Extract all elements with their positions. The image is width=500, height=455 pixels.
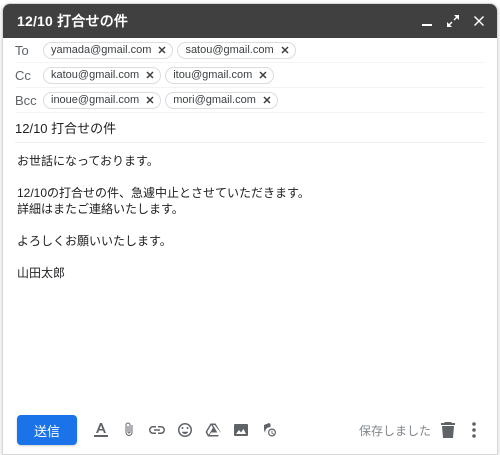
insert-photo-icon[interactable] <box>231 420 251 440</box>
formatting-tools <box>91 420 279 440</box>
window-title: 12/10 打合せの件 <box>17 13 129 29</box>
minimize-icon[interactable] <box>419 13 435 29</box>
recipient-email: yamada@gmail.com <box>51 44 152 56</box>
text-format-icon[interactable] <box>91 420 111 440</box>
trash-icon[interactable] <box>439 421 457 439</box>
send-button[interactable]: 送信 <box>17 415 77 445</box>
remove-recipient-icon[interactable] <box>144 69 156 81</box>
remove-recipient-icon[interactable] <box>257 69 269 81</box>
remove-recipient-icon[interactable] <box>279 44 291 56</box>
recipient-email: inoue@gmail.com <box>51 94 140 106</box>
window-controls <box>419 13 487 29</box>
recipient-chip[interactable]: yamada@gmail.com <box>43 41 174 59</box>
body-line: 詳細はまたご連絡いたします。 <box>17 202 184 216</box>
expand-icon[interactable] <box>445 13 461 29</box>
recipient-email: mori@gmail.com <box>173 94 256 106</box>
body-line: お世話になっております。 <box>17 154 159 168</box>
compose-window: 12/10 打合せの件 To yamada@gmail.com satou@gm… <box>2 3 498 455</box>
bcc-row[interactable]: Bcc inoue@gmail.com mori@gmail.com <box>15 88 485 113</box>
confidential-mode-icon[interactable] <box>259 420 279 440</box>
emoji-icon[interactable] <box>175 420 195 440</box>
recipient-chip[interactable]: satou@gmail.com <box>177 41 296 59</box>
body-line: 山田太郎 <box>17 266 66 280</box>
recipient-chip[interactable]: inoue@gmail.com <box>43 91 162 109</box>
compose-header: 12/10 打合せの件 <box>3 4 497 38</box>
close-icon[interactable] <box>471 13 487 29</box>
body-line: 12/10の打合せの件、急遽中止とさせていただきます。 <box>17 186 310 200</box>
attach-icon[interactable] <box>119 420 139 440</box>
recipient-email: katou@gmail.com <box>51 69 140 81</box>
to-label: To <box>15 42 29 58</box>
recipient-chip[interactable]: itou@gmail.com <box>165 66 275 84</box>
drive-icon[interactable] <box>203 420 223 440</box>
remove-recipient-icon[interactable] <box>261 94 273 106</box>
to-row[interactable]: To yamada@gmail.com satou@gmail.com <box>15 38 485 63</box>
cc-row[interactable]: Cc katou@gmail.com itou@gmail.com <box>15 63 485 88</box>
subject-field[interactable]: 12/10 打合せの件 <box>15 113 485 143</box>
recipient-chip[interactable]: katou@gmail.com <box>43 66 162 84</box>
message-body[interactable]: お世話になっております。 12/10の打合せの件、急遽中止とさせていただきます。… <box>17 143 483 281</box>
more-options-icon[interactable] <box>465 421 483 439</box>
remove-recipient-icon[interactable] <box>144 94 156 106</box>
link-icon[interactable] <box>147 420 167 440</box>
toolbar-right: 保存しました <box>359 421 483 439</box>
saved-status: 保存しました <box>358 423 431 438</box>
bcc-label: Bcc <box>15 92 37 108</box>
recipient-email: satou@gmail.com <box>185 44 274 56</box>
recipient-chip[interactable]: mori@gmail.com <box>165 91 278 109</box>
cc-label: Cc <box>15 67 31 83</box>
recipient-email: itou@gmail.com <box>173 69 253 81</box>
compose-toolbar: 送信 保存しました <box>3 406 497 454</box>
body-line: よろしくお願いいたします。 <box>17 234 172 248</box>
remove-recipient-icon[interactable] <box>156 44 168 56</box>
